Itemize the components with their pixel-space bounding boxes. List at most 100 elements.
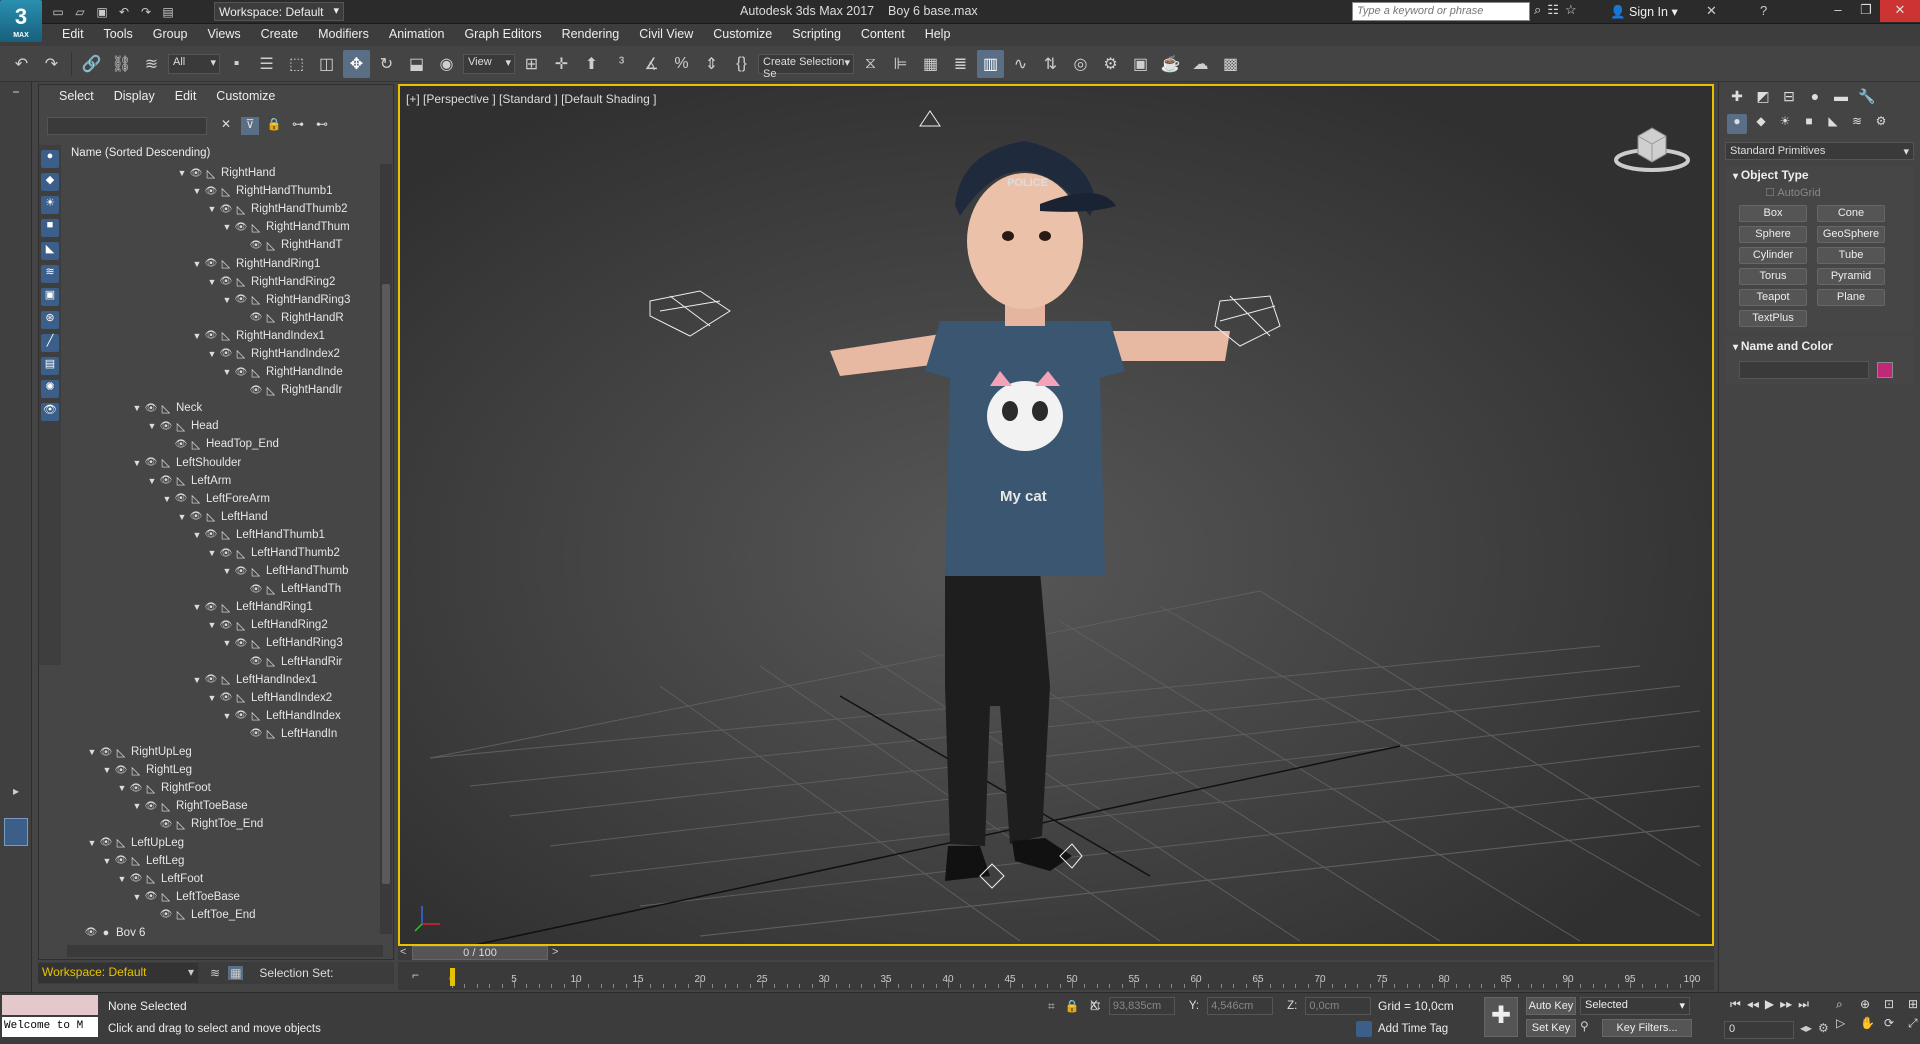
expand-arrow-icon[interactable]: ▼	[191, 259, 203, 269]
tree-row[interactable]: ▼ 👁 ◺ Neck	[67, 399, 385, 417]
expand-arrow-icon[interactable]: ▼	[131, 801, 143, 811]
visibility-eye-icon[interactable]: 👁	[233, 710, 249, 721]
viewcube[interactable]	[1612, 116, 1692, 176]
render-cloud-icon[interactable]: ☁	[1187, 50, 1214, 78]
expand-arrow-icon[interactable]: ▼	[86, 838, 98, 848]
app-logo[interactable]: 3 MAX	[0, 0, 42, 42]
visibility-eye-icon[interactable]: 👁	[218, 348, 234, 359]
scale-icon[interactable]: ⬓	[403, 50, 430, 78]
selection-filter-dropdown[interactable]: All	[168, 53, 220, 74]
orbit-icon[interactable]: ⟳	[1884, 1016, 1904, 1031]
next-frame-icon[interactable]: ▸▸	[1780, 997, 1792, 1012]
expand-arrow-icon[interactable]: ▼	[101, 765, 113, 775]
visibility-eye-icon[interactable]: 👁	[203, 186, 219, 197]
shapes-filter-icon[interactable]: ◆	[41, 173, 59, 191]
textplus-button[interactable]: TextPlus	[1739, 310, 1807, 327]
tree-row[interactable]: ▼ 👁 ◺ LeftUpLeg	[67, 833, 385, 851]
scroll-thumb[interactable]	[382, 284, 390, 884]
visibility-eye-icon[interactable]: 👁	[98, 747, 114, 758]
tree-row[interactable]: 👁 ● Boy 6	[67, 924, 385, 936]
helpers-icon[interactable]: ◣	[1823, 114, 1843, 134]
tree-row[interactable]: 👁 ◺ RightHandIr	[67, 381, 385, 399]
visibility-eye-icon[interactable]: 👁	[188, 511, 204, 522]
minimize-button[interactable]: –	[1824, 0, 1852, 22]
bones-filter-icon[interactable]: ╱	[41, 334, 59, 352]
visibility-eye-icon[interactable]: 👁	[233, 294, 249, 305]
visibility-eye-icon[interactable]: 👁	[143, 891, 159, 902]
hierarchy-icon[interactable]: ⊶	[289, 117, 307, 135]
cameras-icon[interactable]: ■	[1799, 114, 1819, 134]
key-mode-toggle-icon[interactable]: ◂▸	[1800, 1021, 1812, 1035]
expand-arrow-icon[interactable]: ▼	[146, 421, 158, 431]
open-file-icon[interactable]: ▱	[70, 3, 90, 21]
expand-arrow-icon[interactable]: ▼	[221, 367, 233, 377]
mirror-icon[interactable]: ⧖	[857, 50, 884, 78]
close-button[interactable]: ✕	[1880, 0, 1920, 22]
expand-arrow-icon[interactable]: ▼	[191, 675, 203, 685]
bind-spacewarp-icon[interactable]: ≋	[138, 50, 165, 78]
schematic-view-icon[interactable]: ⇅	[1037, 50, 1064, 78]
tree-row[interactable]: 👁 ◺ RightHandR	[67, 309, 385, 327]
time-tag-icon[interactable]	[1356, 1021, 1372, 1037]
visibility-eye-icon[interactable]: 👁	[98, 837, 114, 848]
align-icon[interactable]: ⊫	[887, 50, 914, 78]
explorer-menu-display[interactable]: Display	[106, 89, 163, 107]
community-icon[interactable]: ☷	[1547, 2, 1559, 18]
display-all-icon[interactable]: 👁	[41, 403, 59, 421]
tree-row[interactable]: 👁 ◺ HeadTop_End	[67, 435, 385, 453]
visibility-eye-icon[interactable]: 👁	[233, 566, 249, 577]
maxscript-mini-listener-top[interactable]	[2, 995, 98, 1015]
keyboard-icon[interactable]: ⎯	[4, 84, 28, 104]
binoculars-icon[interactable]: ⌕	[1534, 2, 1541, 18]
cone-button[interactable]: Cone	[1817, 205, 1885, 222]
menu-help[interactable]: Help	[915, 24, 961, 46]
visibility-eye-icon[interactable]: 👁	[143, 403, 159, 414]
menu-views[interactable]: Views	[197, 24, 250, 46]
tree-row[interactable]: 👁 ◺ LeftHandIn	[67, 725, 385, 743]
layer-icon[interactable]: ⊷	[313, 117, 331, 135]
zoom-all-icon[interactable]: ⊕	[1860, 997, 1880, 1012]
previous-frame-icon[interactable]: ◂◂	[1747, 997, 1759, 1012]
render-setup-icon[interactable]: ⚙	[1097, 50, 1124, 78]
visibility-eye-icon[interactable]: 👁	[203, 258, 219, 269]
expand-arrow-icon[interactable]: ▼	[206, 620, 218, 630]
explorer-horizontal-scrollbar[interactable]	[67, 945, 383, 957]
a360-gallery-icon[interactable]: ▩	[1217, 50, 1244, 78]
tree-row[interactable]: ▼ 👁 ◺ RightHandThum	[67, 218, 385, 236]
box-button[interactable]: Box	[1739, 205, 1807, 222]
expand-arrow-icon[interactable]: ▼	[206, 349, 218, 359]
tree-row[interactable]: ▼ 👁 ◺ LeftHandIndex2	[67, 689, 385, 707]
tree-row[interactable]: ▼ 👁 ◺ RightLeg	[67, 761, 385, 779]
menu-modifiers[interactable]: Modifiers	[308, 24, 379, 46]
tree-row[interactable]: ▼ 👁 ◺ RightToeBase	[67, 797, 385, 815]
plane-button[interactable]: Plane	[1817, 289, 1885, 306]
expand-arrow-icon[interactable]: ▼	[191, 331, 203, 341]
visibility-eye-icon[interactable]: 👁	[218, 204, 234, 215]
spacewarps-icon[interactable]: ≋	[1847, 114, 1867, 134]
tree-row[interactable]: ▼ 👁 ◺ RightHandRing3	[67, 291, 385, 309]
menu-content[interactable]: Content	[851, 24, 915, 46]
expand-arrow-icon[interactable]: ▼	[131, 458, 143, 468]
project-icon[interactable]: ▤	[158, 3, 178, 21]
current-frame-marker[interactable]	[450, 968, 455, 986]
workspace-dropdown[interactable]: Workspace: Default	[214, 2, 344, 21]
menu-animation[interactable]: Animation	[379, 24, 455, 46]
expand-arrow-icon[interactable]: ▼	[221, 566, 233, 576]
menu-civil-view[interactable]: Civil View	[629, 24, 703, 46]
visibility-eye-icon[interactable]: 👁	[248, 728, 264, 739]
groups-filter-icon[interactable]: ▣	[41, 288, 59, 306]
menu-scripting[interactable]: Scripting	[782, 24, 851, 46]
visibility-eye-icon[interactable]: 👁	[173, 493, 189, 504]
sign-in-button[interactable]: 👤 Sign In ▾	[1610, 4, 1678, 20]
tree-row[interactable]: ▼ 👁 ◺ LeftHand	[67, 508, 385, 526]
expand-arrow-icon[interactable]: ▼	[206, 204, 218, 214]
link-icon[interactable]: 🔗	[78, 50, 105, 78]
field-of-view-icon[interactable]: ▷	[1836, 1016, 1856, 1031]
auto-key-button[interactable]: Auto Key	[1526, 997, 1576, 1015]
play-icon[interactable]: ▶	[1765, 997, 1774, 1012]
expand-arrow-icon[interactable]: ▼	[206, 277, 218, 287]
expand-arrow-icon[interactable]: ▼	[131, 892, 143, 902]
snaps-toggle-icon[interactable]: ³	[608, 50, 635, 78]
percent-snap-icon[interactable]: %	[668, 50, 695, 78]
visibility-eye-icon[interactable]: 👁	[203, 330, 219, 341]
